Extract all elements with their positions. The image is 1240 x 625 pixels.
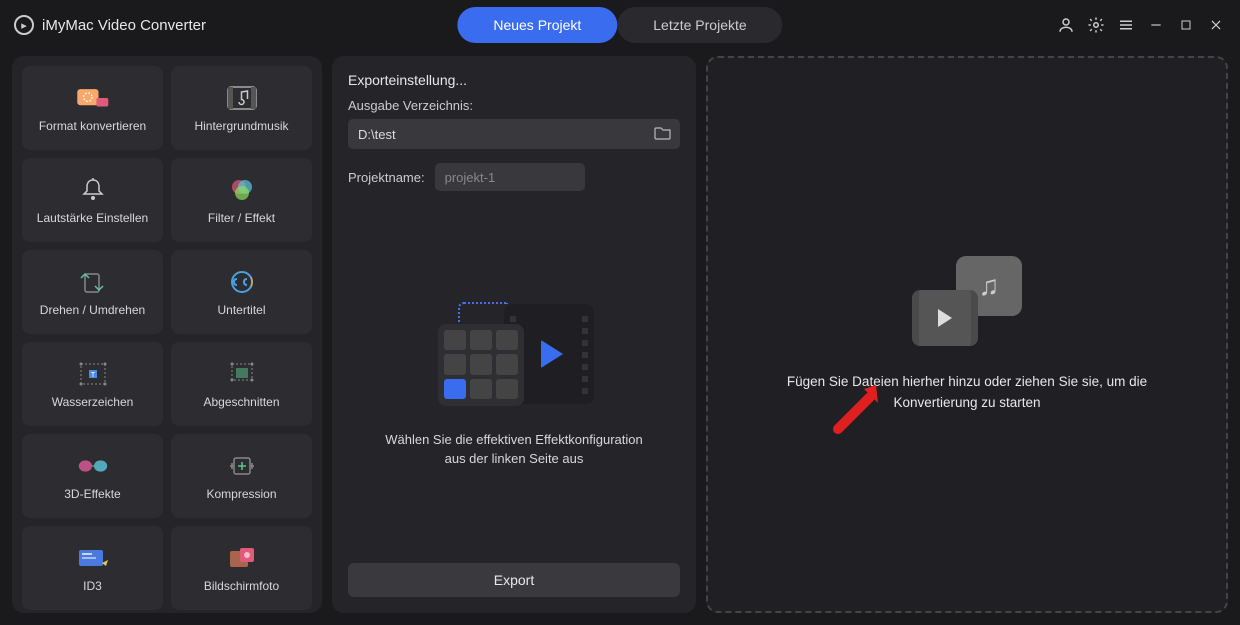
tab-new-project[interactable]: Neues Projekt (457, 7, 617, 43)
app-title-text: iMyMac Video Converter (42, 17, 206, 34)
tool-label: Wasserzeichen (52, 395, 134, 409)
project-name-input[interactable] (435, 163, 585, 191)
svg-text:T: T (90, 372, 95, 379)
app-title: ▸ iMyMac Video Converter (14, 15, 206, 35)
camera-icon (225, 543, 259, 573)
tool-filter-effect[interactable]: Filter / Effekt (171, 158, 312, 242)
app-logo-icon: ▸ (14, 15, 34, 35)
effect-illustration-icon (434, 296, 594, 416)
crop-icon (225, 359, 259, 389)
watermark-icon: T (76, 359, 110, 389)
tool-id3[interactable]: ID3 (22, 526, 163, 610)
tool-label: Filter / Effekt (208, 211, 275, 225)
tool-3d-effects[interactable]: 3D-Effekte (22, 434, 163, 518)
main: Format konvertieren Hintergrundmusik Lau… (0, 50, 1240, 625)
tool-bg-music[interactable]: Hintergrundmusik (171, 66, 312, 150)
tool-label: Lautstärke Einstellen (37, 211, 148, 225)
export-settings-title: Exporteinstellung... (348, 72, 680, 88)
filter-icon (225, 175, 259, 205)
project-name-label: Projektname: (348, 170, 425, 185)
tool-rotate-flip[interactable]: Drehen / Umdrehen (22, 250, 163, 334)
settings-icon[interactable] (1086, 15, 1106, 35)
subtitle-icon (225, 267, 259, 297)
output-dir-value: D:\test (358, 127, 396, 142)
export-settings: Exporteinstellung... Ausgabe Verzeichnis… (332, 56, 696, 613)
tool-subtitles[interactable]: Untertitel (171, 250, 312, 334)
tool-label: Abgeschnitten (203, 395, 279, 409)
tab-recent-projects[interactable]: Letzte Projekte (617, 7, 782, 43)
minimize-button[interactable] (1146, 15, 1166, 35)
export-button[interactable]: Export (348, 563, 680, 597)
effect-hint-text: Wählen Sie die effektiven Effektkonfigur… (374, 430, 654, 469)
format-convert-icon (76, 83, 110, 113)
tool-compression[interactable]: Kompression (171, 434, 312, 518)
dropzone-illustration-icon: ♫ (912, 256, 1022, 346)
rotate-icon (76, 267, 110, 297)
output-dir-label: Ausgabe Verzeichnis: (348, 98, 680, 113)
file-dropzone[interactable]: ♫ Fügen Sie Dateien hierher hinzu oder z… (706, 56, 1228, 613)
titlebar: ▸ iMyMac Video Converter Neues Projekt L… (0, 0, 1240, 50)
tool-label: ID3 (83, 579, 102, 593)
music-icon (225, 83, 259, 113)
maximize-button[interactable] (1176, 15, 1196, 35)
tool-label: Drehen / Umdrehen (40, 303, 145, 317)
compress-icon (225, 451, 259, 481)
tool-label: 3D-Effekte (64, 487, 120, 501)
tool-label: Format konvertieren (39, 119, 146, 133)
menu-icon[interactable] (1116, 15, 1136, 35)
tabs: Neues Projekt Letzte Projekte (457, 7, 782, 43)
window-controls (1056, 15, 1226, 35)
tool-label: Bildschirmfoto (204, 579, 279, 593)
close-button[interactable] (1206, 15, 1226, 35)
tool-label: Hintergrundmusik (194, 119, 288, 133)
tool-crop[interactable]: Abgeschnitten (171, 342, 312, 426)
tool-sidebar: Format konvertieren Hintergrundmusik Lau… (12, 56, 322, 613)
id3-icon (76, 543, 110, 573)
glasses-icon (76, 451, 110, 481)
tool-format-convert[interactable]: Format konvertieren (22, 66, 163, 150)
tool-watermark[interactable]: T Wasserzeichen (22, 342, 163, 426)
browse-folder-icon[interactable] (654, 125, 672, 144)
tool-label: Kompression (206, 487, 276, 501)
tool-label: Untertitel (217, 303, 265, 317)
tool-volume[interactable]: Lautstärke Einstellen (22, 158, 163, 242)
effect-config-area: Wählen Sie die effektiven Effektkonfigur… (348, 211, 680, 553)
dropzone-text: Fügen Sie Dateien hierher hinzu oder zie… (757, 372, 1177, 413)
account-icon[interactable] (1056, 15, 1076, 35)
tool-screenshot[interactable]: Bildschirmfoto (171, 526, 312, 610)
bell-icon (76, 175, 110, 205)
output-dir-field[interactable]: D:\test (348, 119, 680, 149)
